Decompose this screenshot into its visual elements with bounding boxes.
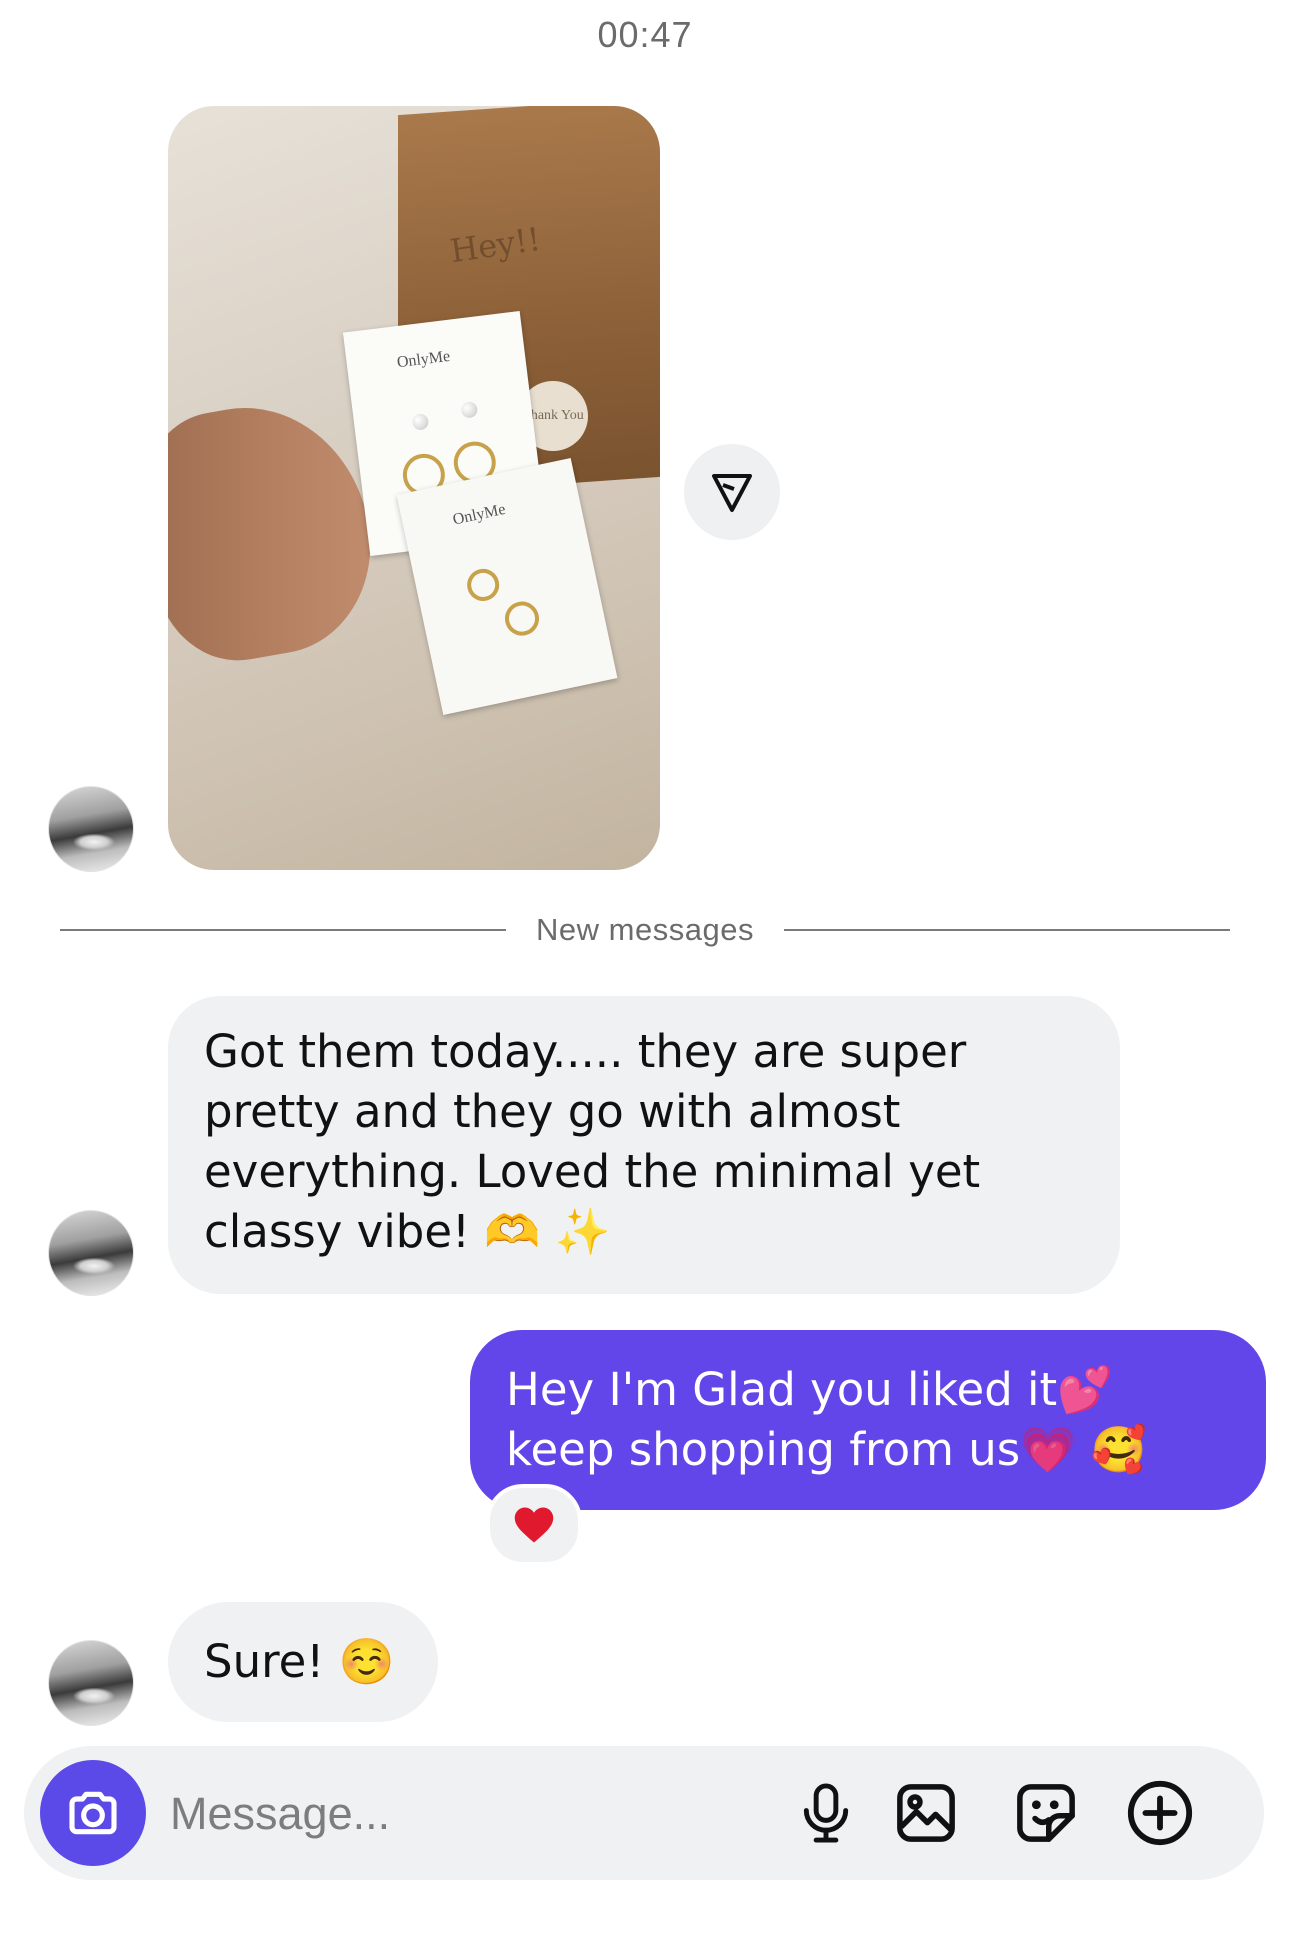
divider-line	[783, 929, 1231, 931]
card-brand: OnlyMe	[395, 347, 451, 372]
outgoing-message[interactable]: Hey I'm Glad you liked it💕 keep shopping…	[470, 1330, 1266, 1510]
camera-button[interactable]	[40, 1760, 146, 1866]
timestamp: 00:47	[597, 14, 693, 55]
heart-reaction[interactable]	[486, 1484, 582, 1566]
microphone-button[interactable]	[786, 1773, 866, 1853]
paper-plane-icon	[712, 474, 752, 512]
incoming-message[interactable]: Sure! ☺️	[168, 1602, 438, 1722]
earring	[464, 565, 503, 604]
avatar[interactable]	[48, 1640, 134, 1726]
photo-message[interactable]: Hey!! Thank You OnlyMe OnlyMe	[168, 106, 660, 870]
card-brand: OnlyMe	[451, 500, 507, 529]
message-text: Sure! ☺️	[204, 1635, 395, 1688]
pearl	[411, 412, 430, 431]
earring	[501, 598, 543, 639]
gallery-button[interactable]	[886, 1773, 966, 1853]
plus-icon	[1127, 1780, 1193, 1846]
pearl	[460, 400, 479, 419]
microphone-icon	[803, 1783, 849, 1843]
photo-card-2: OnlyMe	[396, 457, 618, 716]
heart-icon	[514, 1507, 554, 1543]
sticker-button[interactable]	[1006, 1773, 1086, 1853]
avatar[interactable]	[48, 1210, 134, 1296]
sticker-icon	[1017, 1784, 1075, 1842]
share-button[interactable]	[684, 444, 780, 540]
message-text: Got them today..... they are super prett…	[204, 1025, 981, 1258]
message-text: Hey I'm Glad you liked it💕 keep shopping…	[506, 1363, 1147, 1476]
more-button[interactable]	[1120, 1773, 1200, 1853]
incoming-message[interactable]: Got them today..... they are super prett…	[168, 996, 1120, 1294]
divider-label: New messages	[536, 912, 754, 947]
gallery-icon	[897, 1784, 955, 1842]
message-composer	[24, 1746, 1264, 1880]
divider-line	[60, 929, 507, 931]
new-messages-divider: New messages	[60, 905, 1231, 955]
camera-icon	[69, 1791, 117, 1835]
message-input[interactable]	[168, 1776, 672, 1852]
avatar[interactable]	[48, 786, 134, 872]
